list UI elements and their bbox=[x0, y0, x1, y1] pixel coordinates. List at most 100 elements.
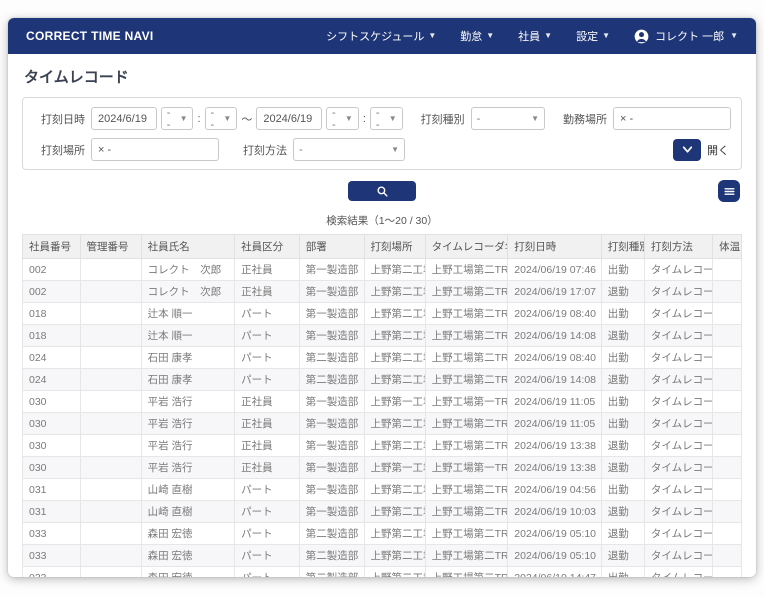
table-cell: 2024/06/19 08:40 bbox=[508, 347, 601, 369]
table-cell bbox=[80, 303, 141, 325]
nav-item-shift-schedule[interactable]: シフトスケジュール ▼ bbox=[326, 28, 436, 44]
user-name-label: コレクト 一郎 bbox=[655, 28, 724, 44]
table-cell: 上野第一工場 bbox=[364, 391, 425, 413]
chevron-down-icon: ▼ bbox=[602, 32, 610, 40]
punch-place-label: 打刻場所 bbox=[41, 142, 85, 158]
table-header-cell: 管理番号 bbox=[80, 235, 141, 259]
table-cell: 石田 康孝 bbox=[141, 347, 234, 369]
result-summary: 検索結果（1～20 / 30） bbox=[22, 213, 742, 228]
expand-filter-button[interactable] bbox=[673, 139, 701, 161]
table-cell bbox=[80, 545, 141, 567]
filter-row-2: 打刻場所 打刻方法 -▼ 開く bbox=[33, 138, 731, 161]
table-cell: 上野工場第二TR bbox=[425, 303, 508, 325]
table-cell: 2024/06/19 08:40 bbox=[508, 303, 601, 325]
table-cell: 第二製造部 bbox=[299, 347, 364, 369]
table-cell: 2024/06/19 05:10 bbox=[508, 545, 601, 567]
table-cell: 平岩 浩行 bbox=[141, 391, 234, 413]
table-cell: 上野第二工場 bbox=[364, 435, 425, 457]
table-cell: 第一製造部 bbox=[299, 259, 364, 281]
table-row[interactable]: 018辻本 順一パート第一製造部上野第二工場上野工場第二TR2024/06/19… bbox=[23, 325, 742, 347]
main-content: タイムレコード 打刻日時 --▼ : --▼ ～ --▼ : bbox=[8, 54, 756, 577]
nav-item-employee[interactable]: 社員 ▼ bbox=[518, 28, 552, 44]
table-cell: 2024/06/19 17:07 bbox=[508, 281, 601, 303]
table-cell bbox=[713, 413, 742, 435]
table-cell: 退勤 bbox=[601, 281, 644, 303]
table-row[interactable]: 033森田 宏徳パート第二製造部上野第二工場上野工場第二TR2024/06/19… bbox=[23, 567, 742, 578]
table-cell: 2024/06/19 05:10 bbox=[508, 523, 601, 545]
table-cell bbox=[80, 347, 141, 369]
table-cell bbox=[713, 303, 742, 325]
table-cell: パート bbox=[235, 325, 300, 347]
punch-place-input[interactable] bbox=[91, 138, 219, 161]
table-row[interactable]: 018辻本 順一パート第一製造部上野第二工場上野工場第二TR2024/06/19… bbox=[23, 303, 742, 325]
nav-item-label: 社員 bbox=[518, 28, 540, 44]
nav-item-settings[interactable]: 設定 ▼ bbox=[576, 28, 610, 44]
table-cell: 正社員 bbox=[235, 413, 300, 435]
table-cell: 山崎 直樹 bbox=[141, 501, 234, 523]
table-row[interactable]: 024石田 康孝パート第二製造部上野第二工場上野工場第二TR2024/06/19… bbox=[23, 347, 742, 369]
chevron-down-icon: ▼ bbox=[391, 145, 399, 154]
table-cell: 第一製造部 bbox=[299, 391, 364, 413]
table-header-cell: 体温 bbox=[713, 235, 742, 259]
table-row[interactable]: 030平岩 浩行正社員第一製造部上野第一工場上野工場第一TR2024/06/19… bbox=[23, 391, 742, 413]
time-separator: : bbox=[363, 113, 366, 125]
punch-type-label: 打刻種別 bbox=[421, 111, 465, 127]
table-cell: パート bbox=[235, 567, 300, 578]
table-row[interactable]: 024石田 康孝パート第二製造部上野第二工場上野工場第二TR2024/06/19… bbox=[23, 369, 742, 391]
table-cell: タイムレコーダー bbox=[644, 457, 712, 479]
chevron-down-icon bbox=[681, 143, 694, 156]
table-cell: 030 bbox=[23, 435, 81, 457]
table-cell: 2024/06/19 10:03 bbox=[508, 501, 601, 523]
punch-type-select[interactable]: -▼ bbox=[471, 107, 545, 130]
chevron-down-icon: ▼ bbox=[345, 114, 353, 123]
table-cell: 森田 宏徳 bbox=[141, 523, 234, 545]
minute-to-select[interactable]: --▼ bbox=[370, 107, 403, 130]
table-cell: 第二製造部 bbox=[299, 545, 364, 567]
table-cell bbox=[713, 347, 742, 369]
table-cell: 030 bbox=[23, 391, 81, 413]
table-cell: 上野第二工場 bbox=[364, 567, 425, 578]
punch-method-select[interactable]: -▼ bbox=[293, 138, 405, 161]
table-cell: タイムレコーダー bbox=[644, 413, 712, 435]
hour-to-value: -- bbox=[332, 107, 339, 131]
table-cell: 第一製造部 bbox=[299, 435, 364, 457]
table-row[interactable]: 030平岩 浩行正社員第一製造部上野第二工場上野工場第二TR2024/06/19… bbox=[23, 413, 742, 435]
hour-from-select[interactable]: --▼ bbox=[161, 107, 194, 130]
minute-from-select[interactable]: --▼ bbox=[205, 107, 238, 130]
table-cell: 正社員 bbox=[235, 259, 300, 281]
table-row[interactable]: 002コレクト 次郎正社員第一製造部上野第二工場上野工場第二TR2024/06/… bbox=[23, 259, 742, 281]
table-row[interactable]: 031山崎 直樹パート第一製造部上野第二工場上野工場第二TR2024/06/19… bbox=[23, 501, 742, 523]
table-cell: 018 bbox=[23, 303, 81, 325]
date-to-input[interactable] bbox=[256, 107, 322, 130]
menu-lines-icon bbox=[723, 185, 736, 198]
nav-menu: シフトスケジュール ▼ 勤怠 ▼ 社員 ▼ 設定 ▼ bbox=[326, 28, 738, 44]
list-options-button[interactable] bbox=[718, 180, 740, 202]
brand-logo[interactable]: CORRECT TIME NAVI bbox=[26, 29, 154, 43]
table-cell: 024 bbox=[23, 369, 81, 391]
search-button[interactable] bbox=[348, 181, 416, 201]
table-cell bbox=[713, 479, 742, 501]
table-cell: 退勤 bbox=[601, 501, 644, 523]
table-cell: パート bbox=[235, 545, 300, 567]
nav-item-attendance[interactable]: 勤怠 ▼ bbox=[460, 28, 494, 44]
work-location-input[interactable] bbox=[613, 107, 731, 130]
table-cell: 002 bbox=[23, 259, 81, 281]
table-cell: 上野第二工場 bbox=[364, 303, 425, 325]
table-row[interactable]: 002コレクト 次郎正社員第一製造部上野第二工場上野工場第二TR2024/06/… bbox=[23, 281, 742, 303]
table-cell: 上野工場第一TR bbox=[425, 457, 508, 479]
table-cell: 平岩 浩行 bbox=[141, 413, 234, 435]
hour-to-select[interactable]: -- ▼ bbox=[326, 107, 359, 130]
date-from-input[interactable] bbox=[91, 107, 157, 130]
table-row[interactable]: 031山崎 直樹パート第一製造部上野第二工場上野工場第二TR2024/06/19… bbox=[23, 479, 742, 501]
table-header-row: 社員番号管理番号社員氏名社員区分部署打刻場所タイムレコーダ名打刻日時打刻種別打刻… bbox=[23, 235, 742, 259]
table-row[interactable]: 030平岩 浩行正社員第一製造部上野第二工場上野工場第二TR2024/06/19… bbox=[23, 435, 742, 457]
table-row[interactable]: 033森田 宏徳パート第二製造部上野第二工場上野工場第二TR2024/06/19… bbox=[23, 523, 742, 545]
table-header-cell: 打刻場所 bbox=[364, 235, 425, 259]
table-cell bbox=[80, 413, 141, 435]
user-menu[interactable]: コレクト 一郎 ▼ bbox=[634, 28, 738, 44]
table-row[interactable]: 030平岩 浩行正社員第一製造部上野第一工場上野工場第一TR2024/06/19… bbox=[23, 457, 742, 479]
top-navbar: CORRECT TIME NAVI シフトスケジュール ▼ 勤怠 ▼ 社員 ▼ … bbox=[8, 18, 756, 54]
search-filter-panel: 打刻日時 --▼ : --▼ ～ --▼ : --▼ bbox=[22, 97, 742, 170]
table-row[interactable]: 033森田 宏徳パート第二製造部上野第二工場上野工場第二TR2024/06/19… bbox=[23, 545, 742, 567]
table-cell: 第一製造部 bbox=[299, 457, 364, 479]
